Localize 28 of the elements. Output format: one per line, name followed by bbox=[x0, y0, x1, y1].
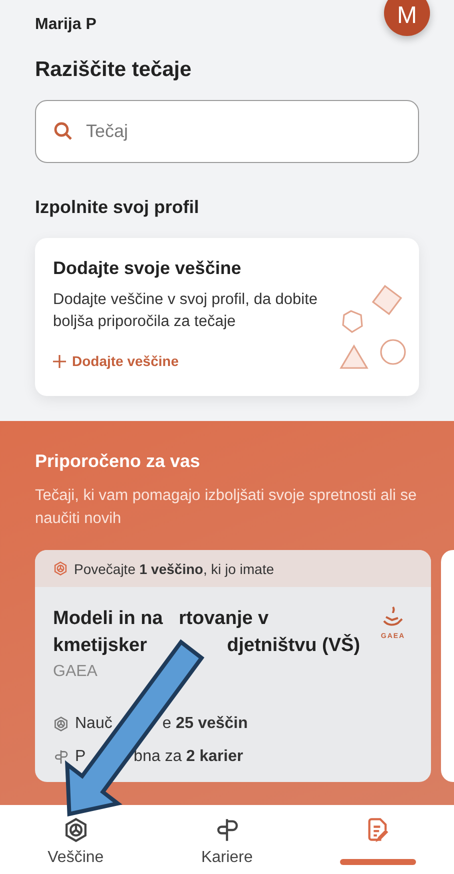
skill-count-text: e 25 veščin bbox=[162, 714, 248, 732]
add-skills-link[interactable]: Dodajte veščine bbox=[53, 353, 179, 369]
user-name: Marija P bbox=[35, 16, 96, 34]
skills-icon bbox=[62, 817, 89, 843]
card-title: Dodajte svoje veščine bbox=[53, 258, 242, 279]
skill-count-text: Nauč bbox=[75, 714, 112, 732]
nav-tab[interactable]: Veščine bbox=[0, 805, 152, 874]
course-title[interactable]: Modeli in na bbox=[53, 605, 163, 632]
plus-icon bbox=[53, 354, 66, 368]
career-count-text: P bbox=[75, 748, 86, 766]
career-count-text: bna za 2 karier bbox=[134, 748, 244, 766]
card-description: Dodajte veščine v svoj profil, da dobite boljša priporočila za tečaje bbox=[53, 290, 319, 332]
user-avatar[interactable]: M bbox=[384, 0, 430, 36]
search-field[interactable]: Tečaj bbox=[35, 100, 419, 163]
course-provider: GAEA bbox=[53, 663, 98, 681]
course-title[interactable]: kmetijsker bbox=[53, 632, 148, 659]
skills-icon bbox=[53, 561, 68, 576]
course-title[interactable]: rtovanje v bbox=[178, 605, 269, 632]
section-title: Priporočeno za vas bbox=[35, 451, 202, 472]
signpost-icon bbox=[53, 748, 69, 764]
skill-boost-text: Povečajte 1 veščino, ki jo imate bbox=[74, 560, 274, 576]
search-icon bbox=[53, 121, 73, 141]
section-title: Izpolnite svoj profil bbox=[35, 197, 200, 218]
course-title[interactable]: djetništvu (VŠ) bbox=[227, 632, 360, 659]
section-title: Raziščite tečaje bbox=[35, 58, 192, 82]
skills-icon bbox=[53, 716, 69, 732]
section-description: Tečaji, ki vam pomagajo izboljšati svoje spretnosti ali se naučiti novih bbox=[35, 486, 418, 529]
nav-tab[interactable]: Kariere bbox=[151, 805, 303, 874]
